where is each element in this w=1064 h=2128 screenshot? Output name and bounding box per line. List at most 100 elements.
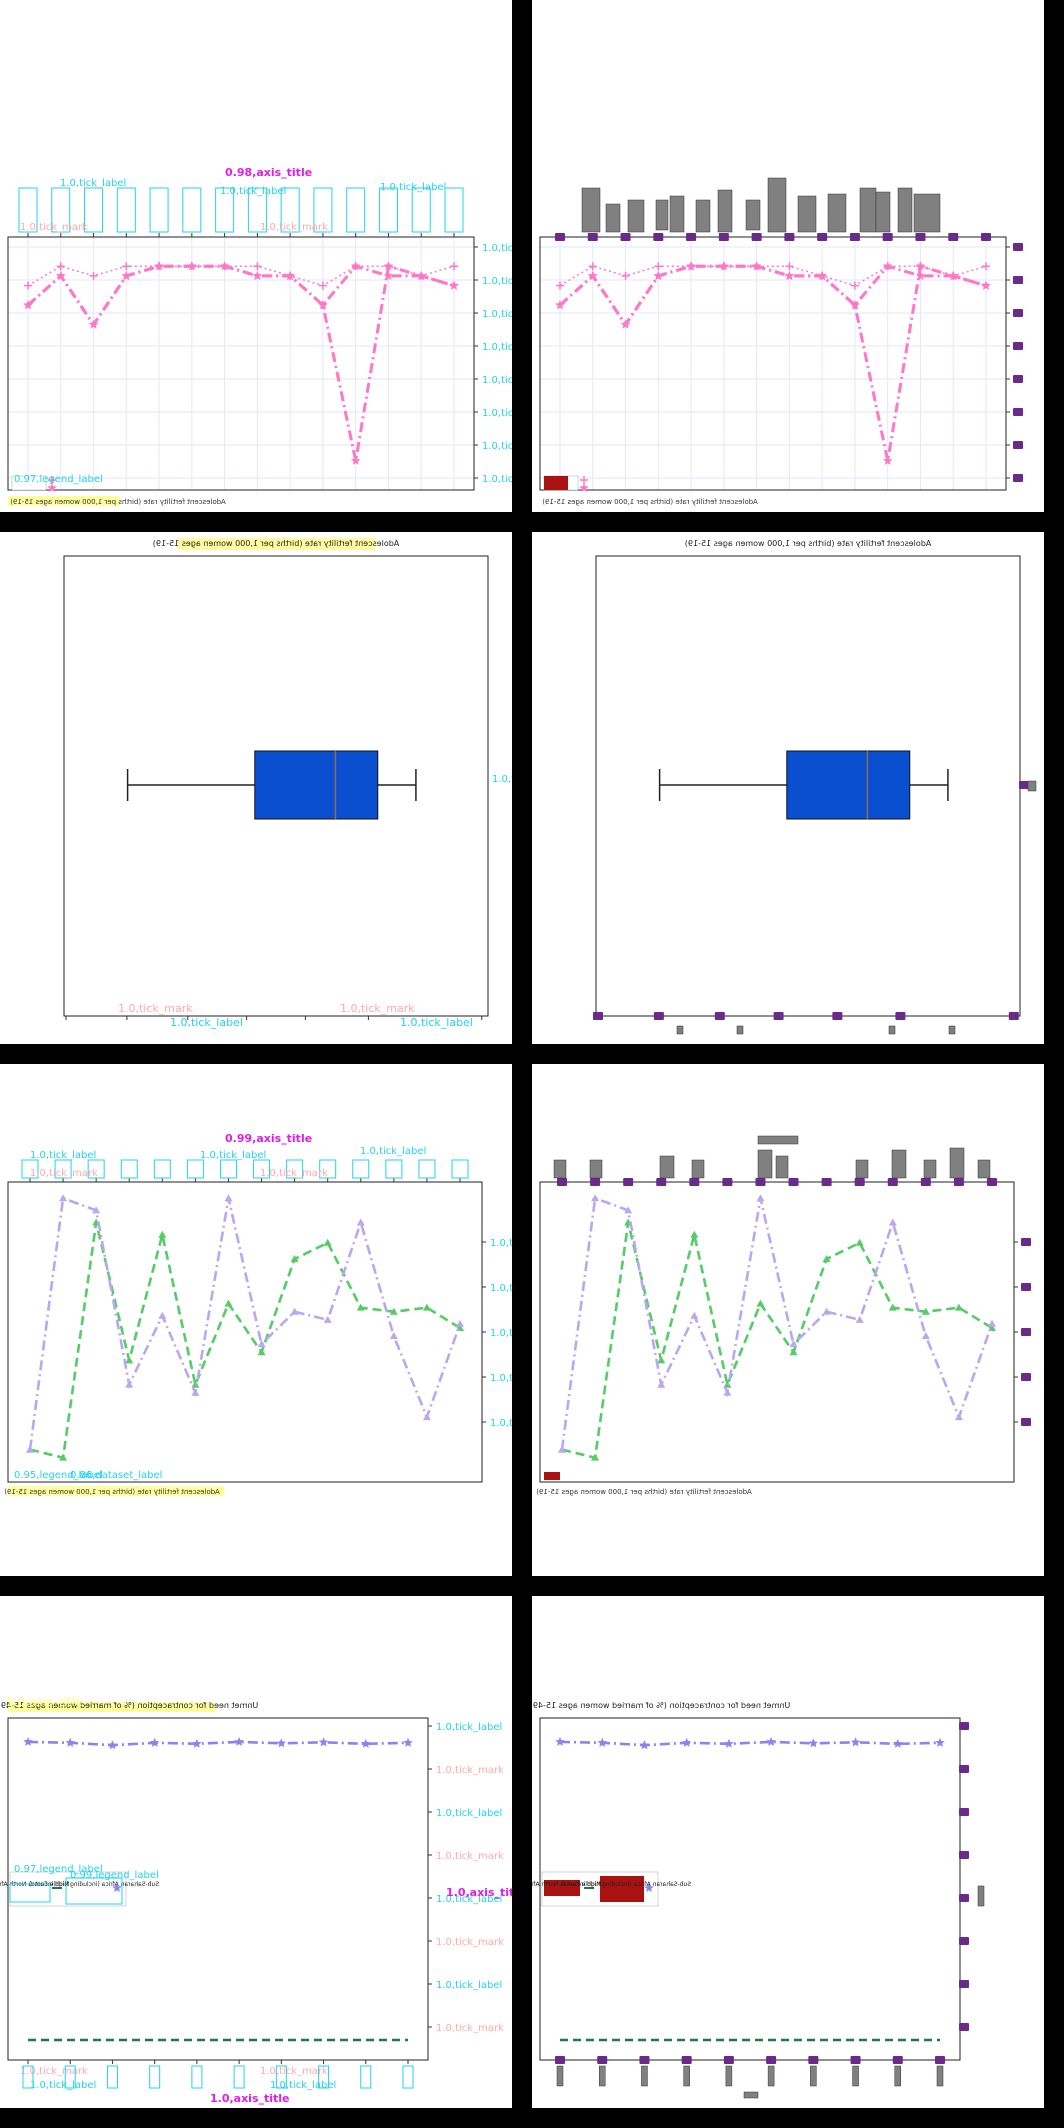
legend-marker	[579, 483, 589, 492]
data-point	[125, 1356, 134, 1364]
overlay-tick-label-box	[378, 187, 398, 233]
tick-mark-marker	[653, 233, 664, 241]
y-tick-marker	[1013, 408, 1023, 416]
overlay-tick-mark: 1.0,tick_mark	[436, 2023, 504, 2034]
x-tick-marker	[656, 1178, 667, 1186]
tick-label-box	[891, 1149, 907, 1179]
series-line	[27, 1740, 409, 1747]
chart-2-overlay: Adolescent fertility rate (births per 1,…	[63, 538, 512, 1029]
tick-label-box	[897, 187, 913, 233]
overlay-tick-label: 1.0,tick_label	[270, 2080, 336, 2091]
chart-3-plain: Adolescent fertility rate (births per 1,…	[536, 1135, 1031, 1496]
overlay-tick-label-box	[418, 1159, 436, 1179]
data-point	[639, 1740, 650, 1750]
box-iqr	[254, 750, 379, 820]
tick-mark-marker	[587, 233, 598, 241]
data-point	[192, 1738, 202, 1748]
overlay-tick-label-box	[182, 187, 202, 233]
x-tick-marker	[773, 1012, 784, 1020]
x-tick-marker	[920, 1178, 931, 1186]
overlay-tick-label: 1.0,tick_label	[360, 1146, 426, 1157]
tick-label-box	[977, 1159, 991, 1179]
y-tick-marker	[1013, 243, 1023, 251]
plot-frame	[539, 1181, 1015, 1483]
x-tick-marker	[821, 1178, 832, 1186]
y-tick-marker	[959, 2023, 969, 2031]
y-tick-marker	[1021, 1373, 1031, 1381]
overlay-tick-mark: 1.0,tick_mark	[436, 1851, 504, 1862]
data-point	[59, 1194, 68, 1202]
overlay-tick-label-box	[149, 2065, 161, 2089]
tick-mark-marker	[620, 233, 631, 241]
tick-label-box	[827, 193, 847, 233]
y-tick-marker	[959, 1980, 969, 1988]
tick-label-box	[859, 187, 877, 233]
data-point	[690, 1230, 699, 1238]
tick-label-box	[757, 1149, 773, 1179]
y-tick-marker	[959, 1765, 969, 1773]
y-tick-marker	[1013, 276, 1023, 284]
x-tick-marker	[987, 1178, 997, 1186]
tick-label-box	[949, 1147, 965, 1179]
tick-label-box	[775, 1155, 789, 1179]
overlay-tick-label: 1.0,tick_label	[30, 1150, 96, 1161]
overlay-tick-label-box	[352, 1159, 370, 1179]
tick-label-box	[556, 2065, 564, 2087]
x-tick-marker	[887, 1178, 898, 1186]
overlay-tick-label: 1.0,tick_label	[482, 243, 512, 254]
data-point	[766, 1736, 776, 1746]
overlay-tick-label: 1.0,tick_label	[482, 342, 512, 353]
legend-label: Sub-Saharan Africa (including high incom…	[561, 1881, 691, 1888]
data-point	[597, 1737, 607, 1747]
data-point	[450, 262, 458, 271]
y-tick-marker	[1013, 342, 1023, 350]
data-point	[588, 262, 597, 271]
data-point	[389, 1332, 398, 1340]
panel-row1-left: Adolescent fertility rate (births per 1,…	[0, 0, 512, 512]
overlay-tick-label-box	[116, 187, 136, 233]
overlay-tick-label: 1.0,tick_label	[490, 1283, 512, 1294]
data-point	[855, 1238, 864, 1246]
data-point	[323, 1315, 332, 1323]
overlay-tick-label: 1.0,tick_label	[482, 309, 512, 320]
y-tick-marker	[1021, 1328, 1031, 1336]
series-line	[29, 1222, 461, 1460]
chart-title: Adolescent fertility rate (births per 1,…	[153, 539, 399, 548]
data-point	[89, 271, 98, 280]
plot-frame	[7, 236, 475, 491]
overlay-tick-label-box	[191, 2065, 203, 2089]
tick-label-box	[767, 177, 787, 233]
chart-footer-text: Adolescent fertility rate (births per 1,…	[10, 498, 226, 506]
x-tick-marker	[593, 1012, 603, 1020]
plot-frame	[7, 1181, 483, 1483]
overlay-tick-label: 1.0,tick_label	[490, 1328, 512, 1339]
data-point	[888, 1218, 897, 1226]
data-point	[158, 1230, 167, 1238]
tick-label-box	[655, 199, 669, 231]
x-tick-marker	[892, 2056, 903, 2064]
overlay-tick-mark: 1.0,tick_mark	[118, 1002, 193, 1015]
overlay-tick-label-box	[360, 2065, 372, 2089]
data-point	[954, 1303, 963, 1311]
x-tick-marker	[854, 1178, 865, 1186]
data-point	[253, 262, 262, 271]
x-tick-marker	[935, 2056, 945, 2064]
tick-label-box	[725, 2065, 733, 2087]
x-tick-marker	[723, 2056, 734, 2064]
axis-title-box	[977, 1885, 985, 1907]
chart-2-plain: Adolescent fertility rate (births per 1,…	[593, 539, 1037, 1035]
overlay-tick-label: 1.0,tick_label	[170, 1016, 243, 1029]
series-line	[27, 264, 455, 462]
x-tick-marker	[590, 1178, 601, 1186]
data-point	[556, 281, 564, 290]
overlay-tick-label: 1.0,tick_label	[482, 375, 512, 386]
tick-label-box	[589, 1159, 603, 1179]
overlay-axis-title: 0.98,axis_title	[225, 166, 312, 179]
panel-row4-left: Middle East & North AfricaSub-Saharan Af…	[0, 1596, 512, 2108]
tick-mark-marker	[555, 233, 565, 241]
overlay-tick-mark: 1.0,tick_mark	[436, 1765, 504, 1776]
tick-label-box	[888, 1025, 896, 1035]
data-point	[422, 1413, 431, 1421]
tick-label-box	[948, 1025, 956, 1035]
overlay-tick-label-box	[186, 1159, 204, 1179]
